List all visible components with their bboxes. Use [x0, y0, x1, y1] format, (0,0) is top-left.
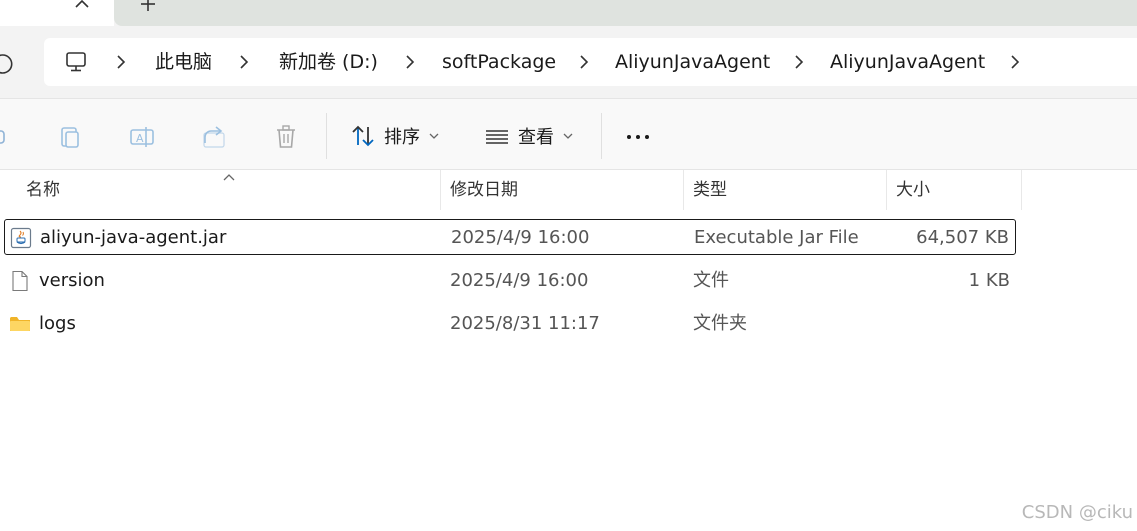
plus-icon[interactable] — [138, 0, 158, 14]
file-type: Executable Jar File — [694, 227, 859, 248]
breadcrumb-softpackage[interactable]: softPackage — [442, 49, 556, 75]
toolbar-divider — [326, 113, 327, 159]
tab-strip — [0, 0, 1137, 26]
file-type: 文件夹 — [693, 313, 747, 334]
column-date[interactable]: 修改日期 — [440, 170, 683, 210]
file-name: version — [39, 270, 105, 291]
column-divider[interactable] — [1021, 170, 1022, 210]
rename-icon[interactable]: A — [128, 123, 156, 151]
view-label: 查看 — [518, 127, 554, 148]
file-name: logs — [39, 313, 76, 334]
chevron-down-icon — [563, 133, 573, 139]
refresh-icon[interactable] — [0, 52, 14, 76]
file-size: 1 KB — [968, 270, 1010, 291]
share-icon[interactable] — [200, 123, 228, 151]
breadcrumb-drive-d[interactable]: 新加卷 (D:) — [279, 49, 378, 75]
file-date: 2025/4/9 16:00 — [451, 227, 590, 248]
more-options-icon[interactable] — [624, 123, 652, 151]
column-header: 名称 修改日期 类型 大小 — [0, 170, 1022, 210]
file-date: 2025/4/9 16:00 — [450, 270, 589, 291]
chevron-right-icon[interactable] — [401, 53, 419, 71]
command-bar: A 排序 查看 — [0, 98, 1137, 170]
tab-strip-background — [114, 0, 1137, 26]
sort-icon — [352, 125, 374, 147]
file-size: 64,507 KB — [916, 227, 1009, 248]
sort-label: 排序 — [384, 127, 420, 148]
computer-icon[interactable] — [64, 50, 88, 74]
tab-current[interactable] — [0, 0, 114, 26]
cut-icon[interactable] — [0, 123, 16, 151]
file-name: aliyun-java-agent.jar — [40, 227, 227, 248]
svg-text:A: A — [136, 132, 144, 145]
file-date: 2025/8/31 11:17 — [450, 313, 600, 334]
address-bar[interactable]: 此电脑 新加卷 (D:) softPackage AliyunJavaAgent… — [44, 38, 1137, 86]
folder-icon — [10, 317, 30, 331]
chevron-right-icon[interactable] — [1006, 53, 1024, 71]
delete-icon[interactable] — [272, 123, 300, 151]
file-explorer-window: 此电脑 新加卷 (D:) softPackage AliyunJavaAgent… — [0, 0, 1137, 531]
view-button[interactable]: 查看 — [484, 121, 574, 151]
chevron-down-icon — [429, 133, 439, 139]
jar-file-icon — [10, 227, 32, 249]
chevron-right-icon[interactable] — [112, 53, 130, 71]
file-type: 文件 — [693, 270, 729, 291]
address-row: 此电脑 新加卷 (D:) softPackage AliyunJavaAgent… — [0, 26, 1137, 98]
column-type[interactable]: 类型 — [683, 170, 886, 210]
breadcrumb-aliyunjavaagent-2[interactable]: AliyunJavaAgent — [830, 49, 985, 75]
breadcrumb-aliyunjavaagent-1[interactable]: AliyunJavaAgent — [615, 49, 770, 75]
watermark-text: CSDN @ciku — [1021, 502, 1133, 523]
column-name[interactable]: 名称 — [16, 170, 440, 210]
file-row-version[interactable]: version 2025/4/9 16:00 文件 1 KB — [4, 263, 1016, 299]
chevron-up-icon[interactable] — [72, 0, 92, 15]
chevron-right-icon[interactable] — [790, 53, 808, 71]
chevron-right-icon[interactable] — [235, 53, 253, 71]
sort-button[interactable]: 排序 — [350, 121, 440, 151]
file-icon — [12, 270, 28, 292]
chevron-right-icon[interactable] — [575, 53, 593, 71]
copy-icon[interactable] — [56, 123, 84, 151]
column-size[interactable]: 大小 — [886, 170, 1021, 210]
file-row-logs[interactable]: logs 2025/8/31 11:17 文件夹 — [4, 306, 1016, 342]
view-list-icon — [486, 130, 508, 144]
file-row-jar[interactable]: aliyun-java-agent.jar 2025/4/9 16:00 Exe… — [4, 219, 1016, 255]
breadcrumb-this-pc[interactable]: 此电脑 — [155, 49, 212, 75]
toolbar-divider — [601, 113, 602, 159]
